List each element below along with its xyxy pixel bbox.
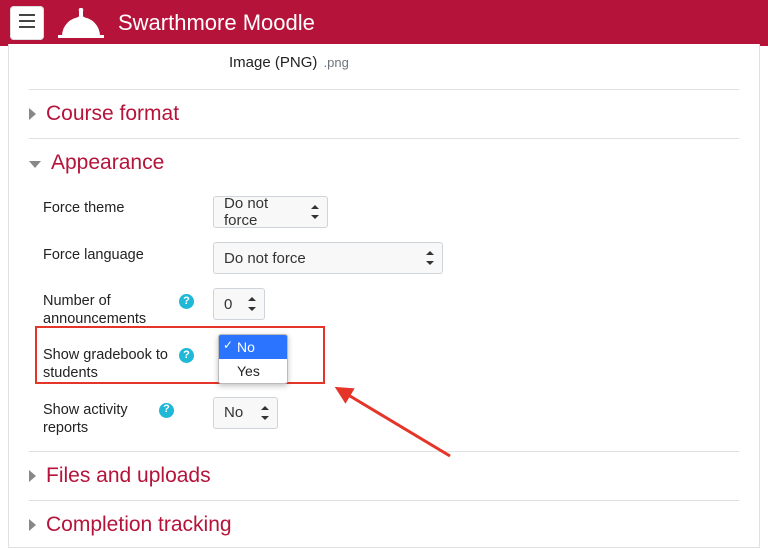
hamburger-button[interactable]: [10, 6, 44, 40]
select-show-activity-reports[interactable]: No: [213, 397, 278, 429]
row-num-announcements: Number of announcements ? 0: [43, 280, 739, 334]
caret-icon: [248, 297, 256, 311]
select-force-language[interactable]: Do not force: [213, 242, 443, 274]
settings-card: Image (PNG) .png Course format Appearanc…: [8, 44, 760, 548]
section-title: Completion tracking: [46, 513, 232, 537]
chevron-right-icon: [29, 519, 36, 531]
dropdown-option-no[interactable]: No: [219, 335, 287, 359]
option-label: No: [237, 339, 255, 355]
select-force-theme[interactable]: Do not force: [213, 196, 328, 228]
row-show-gradebook: Show gradebook to students ? No: [43, 334, 739, 388]
page-wrap: Image (PNG) .png Course format Appearanc…: [0, 46, 768, 548]
select-value: Do not force: [224, 195, 303, 229]
help-icon[interactable]: ?: [159, 403, 174, 418]
select-value: No: [224, 404, 243, 421]
label-force-language: Force language: [43, 246, 144, 264]
chevron-right-icon: [29, 470, 36, 482]
brand-logo-icon: [58, 8, 104, 38]
section-course-format[interactable]: Course format: [29, 90, 739, 138]
select-value: 0: [224, 296, 232, 313]
help-icon[interactable]: ?: [179, 294, 194, 309]
label-show-activity-reports: Show activity reports: [43, 401, 153, 437]
section-title: Appearance: [51, 151, 164, 175]
section-title: Course format: [46, 102, 179, 126]
section-completion-tracking[interactable]: Completion tracking: [29, 501, 739, 548]
row-show-activity-reports: Show activity reports ? No: [43, 389, 739, 443]
dropdown-show-gradebook: No Yes: [218, 334, 288, 384]
caret-icon: [261, 406, 269, 420]
hamburger-icon: [19, 13, 35, 33]
chevron-down-icon: [29, 161, 41, 168]
section-appearance[interactable]: Appearance: [29, 139, 739, 187]
caret-icon: [311, 205, 319, 219]
file-type-row: Image (PNG) .png: [229, 54, 739, 71]
brand-title[interactable]: Swarthmore Moodle: [118, 10, 315, 36]
select-value: Do not force: [224, 250, 306, 267]
row-force-theme: Force theme Do not force: [43, 187, 739, 234]
label-show-gradebook: Show gradebook to students: [43, 346, 173, 382]
caret-icon: [426, 251, 434, 265]
option-label: Yes: [237, 363, 260, 379]
file-type-label: Image (PNG): [229, 54, 317, 71]
label-force-theme: Force theme: [43, 199, 124, 217]
dropdown-option-yes[interactable]: Yes: [219, 359, 287, 383]
help-icon[interactable]: ?: [179, 348, 194, 363]
navbar: Swarthmore Moodle: [0, 0, 768, 46]
section-files-uploads[interactable]: Files and uploads: [29, 452, 739, 500]
label-num-announcements: Number of announcements: [43, 292, 173, 328]
select-num-announcements[interactable]: 0: [213, 288, 265, 320]
row-force-language: Force language Do not force: [43, 234, 739, 280]
chevron-right-icon: [29, 108, 36, 120]
section-title: Files and uploads: [46, 464, 211, 488]
file-type-ext: .png: [324, 55, 349, 70]
